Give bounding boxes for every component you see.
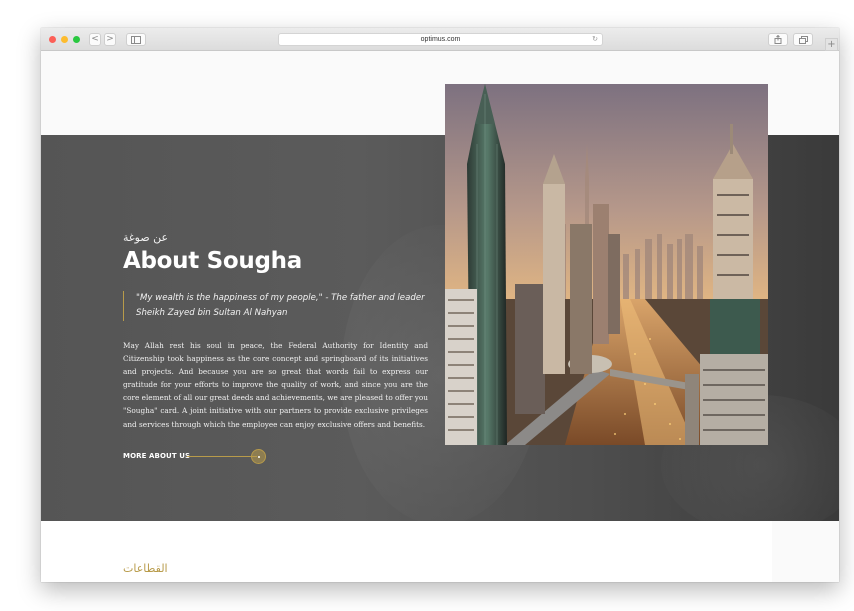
share-button[interactable] xyxy=(768,33,788,46)
url-text: optimus.com xyxy=(420,36,461,43)
share-icon xyxy=(774,34,782,44)
sidebar-button[interactable] xyxy=(126,33,146,46)
address-bar[interactable]: optimus.com ↻ xyxy=(278,33,603,46)
chevron-right-icon: > xyxy=(106,34,114,44)
chevron-left-icon: < xyxy=(91,34,99,44)
forward-button[interactable]: > xyxy=(104,33,116,46)
browser-titlebar: < > optimus.com ↻ + xyxy=(41,28,839,51)
back-button[interactable]: < xyxy=(89,33,101,46)
web-page: عن صوغة About Sougha "My wealth is the h… xyxy=(41,52,839,582)
sectors-heading: القطاعات xyxy=(123,562,168,575)
close-window-button[interactable] xyxy=(49,36,56,43)
tabs-icon xyxy=(798,36,808,44)
founder-quote: "My wealth is the happiness of my people… xyxy=(123,291,433,321)
browser-window: < > optimus.com ↻ + عن صوغة About Sougha… xyxy=(41,28,839,582)
new-tab-button[interactable]: + xyxy=(825,38,838,51)
sidebar-icon xyxy=(131,36,141,44)
more-link-line xyxy=(187,456,257,457)
about-description: May Allah rest his soul in peace, the Fe… xyxy=(123,341,428,429)
tabs-overview-button[interactable] xyxy=(793,33,813,46)
page-title: About Sougha xyxy=(123,248,302,274)
about-arabic-subtitle: عن صوغة xyxy=(123,231,169,244)
reload-icon[interactable]: ↻ xyxy=(592,34,598,45)
more-about-us-link[interactable]: MORE ABOUT US xyxy=(123,452,190,460)
minimize-window-button[interactable] xyxy=(61,36,68,43)
more-link-arrow-icon[interactable] xyxy=(251,449,266,464)
zoom-window-button[interactable] xyxy=(73,36,80,43)
dubai-skyline-image xyxy=(445,84,768,445)
